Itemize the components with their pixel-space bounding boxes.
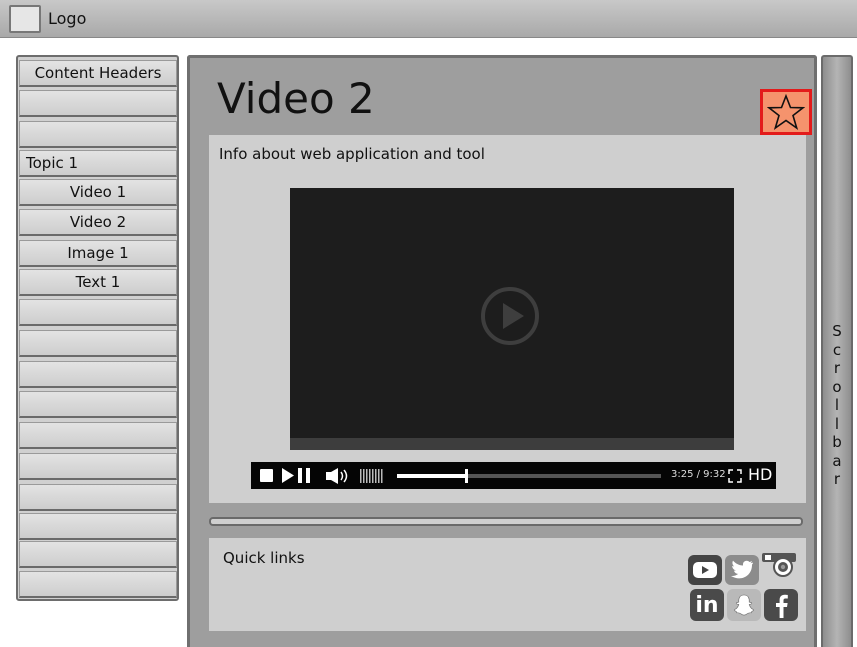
fullscreen-icon[interactable] <box>728 469 742 483</box>
twitter-icon[interactable] <box>725 555 759 585</box>
favorite-button[interactable] <box>760 89 812 135</box>
sidebar-item[interactable]: Text 1 <box>19 269 177 296</box>
sidebar-item-label: Topic 1 <box>26 154 79 172</box>
sidebar-item[interactable] <box>19 484 177 511</box>
sidebar-item[interactable]: Image 1 <box>19 240 177 267</box>
info-text: Info about web application and tool <box>219 145 485 163</box>
scrollbar-label: Scrollbar <box>823 322 851 489</box>
sidebar-item[interactable] <box>19 391 177 418</box>
sidebar-item[interactable]: Topic 1 <box>19 150 177 177</box>
hd-toggle[interactable]: HD <box>748 465 772 484</box>
scrollbar-letter: r <box>833 359 841 377</box>
sidebar-item[interactable] <box>19 121 177 148</box>
sidebar-item-label: Video 1 <box>69 183 127 201</box>
sidebar-item[interactable]: Video 1 <box>19 179 177 206</box>
section-divider <box>209 517 803 526</box>
stop-icon[interactable] <box>260 469 273 482</box>
sidebar: Content Headers Topic 1 Video 1 Video 2 Imag… <box>16 55 179 601</box>
volume-icon[interactable] <box>326 468 388 484</box>
sidebar-item[interactable] <box>19 513 177 540</box>
play-pause-icon[interactable] <box>282 468 312 483</box>
sidebar-item[interactable] <box>19 299 177 326</box>
video-player[interactable] <box>290 188 734 450</box>
quick-links-label: Quick links <box>223 549 305 567</box>
sidebar-item-label: Video 2 <box>69 213 127 231</box>
scrollbar-letter: l <box>834 396 840 414</box>
scrollbar-letter: r <box>833 470 841 488</box>
sidebar-item[interactable] <box>19 361 177 388</box>
scrollbar[interactable]: Scrollbar <box>821 55 853 647</box>
seek-bar[interactable] <box>397 469 661 483</box>
sidebar-item[interactable] <box>19 90 177 117</box>
time-display: 3:25 / 9:32 <box>671 469 726 480</box>
info-panel: Info about web application and tool 3:25… <box>209 135 806 503</box>
youtube-icon[interactable] <box>688 555 722 585</box>
sidebar-item-label: Text 1 <box>75 273 121 291</box>
scrollbar-letter: a <box>832 451 842 470</box>
scrollbar-letter: b <box>832 433 842 451</box>
facebook-icon[interactable] <box>764 589 798 621</box>
scrollbar-letter: S <box>832 322 842 340</box>
scrollbar-letter: o <box>832 377 842 396</box>
seek-handle[interactable] <box>465 469 468 483</box>
instagram-icon[interactable] <box>761 552 797 580</box>
main-content: Video 2 Info about web application and t… <box>187 55 817 647</box>
scrollbar-letter: c <box>832 340 842 359</box>
star-icon <box>767 94 805 130</box>
play-circle-icon[interactable] <box>478 284 542 348</box>
sidebar-item[interactable] <box>19 453 177 480</box>
page-title: Video 2 <box>217 74 375 123</box>
video-controls: 3:25 / 9:32 HD <box>251 462 776 489</box>
sidebar-item[interactable] <box>19 541 177 568</box>
logo-label: Logo <box>48 9 87 28</box>
logo-image[interactable] <box>9 5 41 33</box>
sidebar-item[interactable]: Content Headers <box>19 60 177 87</box>
sidebar-item[interactable] <box>19 422 177 449</box>
sidebar-item[interactable] <box>19 571 177 598</box>
sidebar-item[interactable] <box>19 330 177 357</box>
sidebar-item-label: Image 1 <box>67 244 129 262</box>
sidebar-item-label: Content Headers <box>34 64 162 82</box>
sidebar-item[interactable]: Video 2 <box>19 209 177 236</box>
scrollbar-letter: l <box>834 414 840 433</box>
quick-links-panel: Quick links in <box>209 538 806 631</box>
top-bar: Logo <box>0 0 857 38</box>
snapchat-icon[interactable] <box>727 589 761 621</box>
seek-bar-fill <box>397 474 466 478</box>
linkedin-icon[interactable]: in <box>690 589 724 621</box>
